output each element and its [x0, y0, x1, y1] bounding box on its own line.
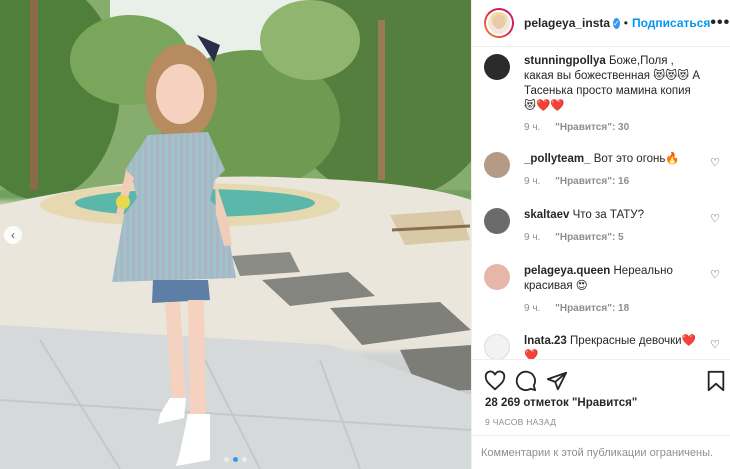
comment-text: Что за ТАТУ? [572, 209, 645, 221]
photo-illustration [0, 0, 471, 469]
commenter-avatar[interactable] [484, 264, 510, 290]
heart-icon[interactable] [484, 370, 506, 392]
share-icon[interactable] [546, 370, 568, 392]
commenter-avatar[interactable] [484, 152, 510, 178]
comment-list[interactable]: stunningpollya Боже,Поля , какая вы боже… [472, 48, 730, 359]
commenter-avatar[interactable] [484, 54, 510, 80]
comment-time: 9 ч. [524, 122, 541, 133]
carousel-dots [224, 457, 247, 462]
comment-username[interactable]: pelageya.queen [524, 265, 610, 277]
verified-badge-icon: ✓ [613, 17, 620, 29]
author-username[interactable]: pelageya_insta [524, 16, 610, 30]
comment-like-count[interactable]: "Нравится": 5 [555, 232, 624, 243]
post-sidebar: pelageya_insta ✓ • Подписаться ••• stunn… [471, 0, 730, 469]
commenter-avatar[interactable] [484, 334, 510, 359]
post-photo[interactable]: ‹ [0, 0, 471, 469]
comment-like-heart-icon[interactable]: ♡ [710, 268, 720, 281]
comment-like-heart-icon[interactable]: ♡ [710, 338, 720, 351]
comment-text-block: pelageya.queen Нереально красивая 😍 [524, 264, 704, 294]
comment-time: 9 ч. [524, 176, 541, 187]
comment-meta: 9 ч. "Нравится": 30 [524, 122, 629, 133]
post-actions-section: 28 269 отметок "Нравится" 9 ЧАСОВ НАЗАД … [472, 359, 730, 469]
chevron-left-icon: ‹ [11, 228, 15, 242]
comment-time: 9 ч. [524, 303, 541, 314]
likes-count[interactable]: 28 269 отметок "Нравится" [485, 397, 637, 409]
carousel-dot [224, 457, 229, 462]
more-options-icon[interactable]: ••• [710, 14, 730, 32]
comment-like-heart-icon[interactable]: ♡ [710, 156, 720, 169]
comment-time: 9 ч. [524, 232, 541, 243]
comment-username[interactable]: lnata.23 [524, 335, 567, 347]
comment-icon[interactable] [515, 370, 537, 392]
comment-username[interactable]: _pollyteam_ [524, 153, 590, 165]
follow-button[interactable]: Подписаться [632, 16, 710, 30]
carousel-dot [242, 457, 247, 462]
comment-text-block: _pollyteam_ Вот это огонь🔥 [524, 152, 704, 167]
author-avatar[interactable] [484, 8, 514, 38]
comment-meta: 9 ч. "Нравится": 16 [524, 176, 629, 187]
comment-meta: 9 ч. "Нравится": 5 [524, 232, 624, 243]
post-timestamp[interactable]: 9 ЧАСОВ НАЗАД [485, 417, 556, 427]
comment-like-count[interactable]: "Нравится": 18 [555, 303, 629, 314]
comment-username[interactable]: stunningpollya [524, 55, 606, 67]
comments-closed-notice: Комментарии к этой публикации ограничены… [472, 435, 730, 469]
action-bar [484, 370, 725, 392]
comment-text-block: stunningpollya Боже,Поля , какая вы боже… [524, 54, 704, 114]
comment-meta: 9 ч. "Нравится": 18 [524, 303, 629, 314]
comment-like-count[interactable]: "Нравится": 30 [555, 122, 629, 133]
header-separator: • [623, 16, 628, 30]
carousel-prev-button[interactable]: ‹ [4, 226, 22, 244]
comment-text: Вот это огонь🔥 [593, 153, 680, 165]
comment-text-block: lnata.23 Прекрасные девочки❤️❤️ [524, 334, 704, 359]
comment-username[interactable]: skaltaev [524, 209, 569, 221]
post-header: pelageya_insta ✓ • Подписаться ••• [472, 0, 730, 47]
carousel-dot-active [233, 457, 238, 462]
comment-text-block: skaltaev Что за ТАТУ? [524, 208, 704, 223]
bookmark-icon[interactable] [706, 370, 726, 392]
comment-like-count[interactable]: "Нравится": 16 [555, 176, 629, 187]
comment-like-heart-icon[interactable]: ♡ [710, 212, 720, 225]
commenter-avatar[interactable] [484, 208, 510, 234]
